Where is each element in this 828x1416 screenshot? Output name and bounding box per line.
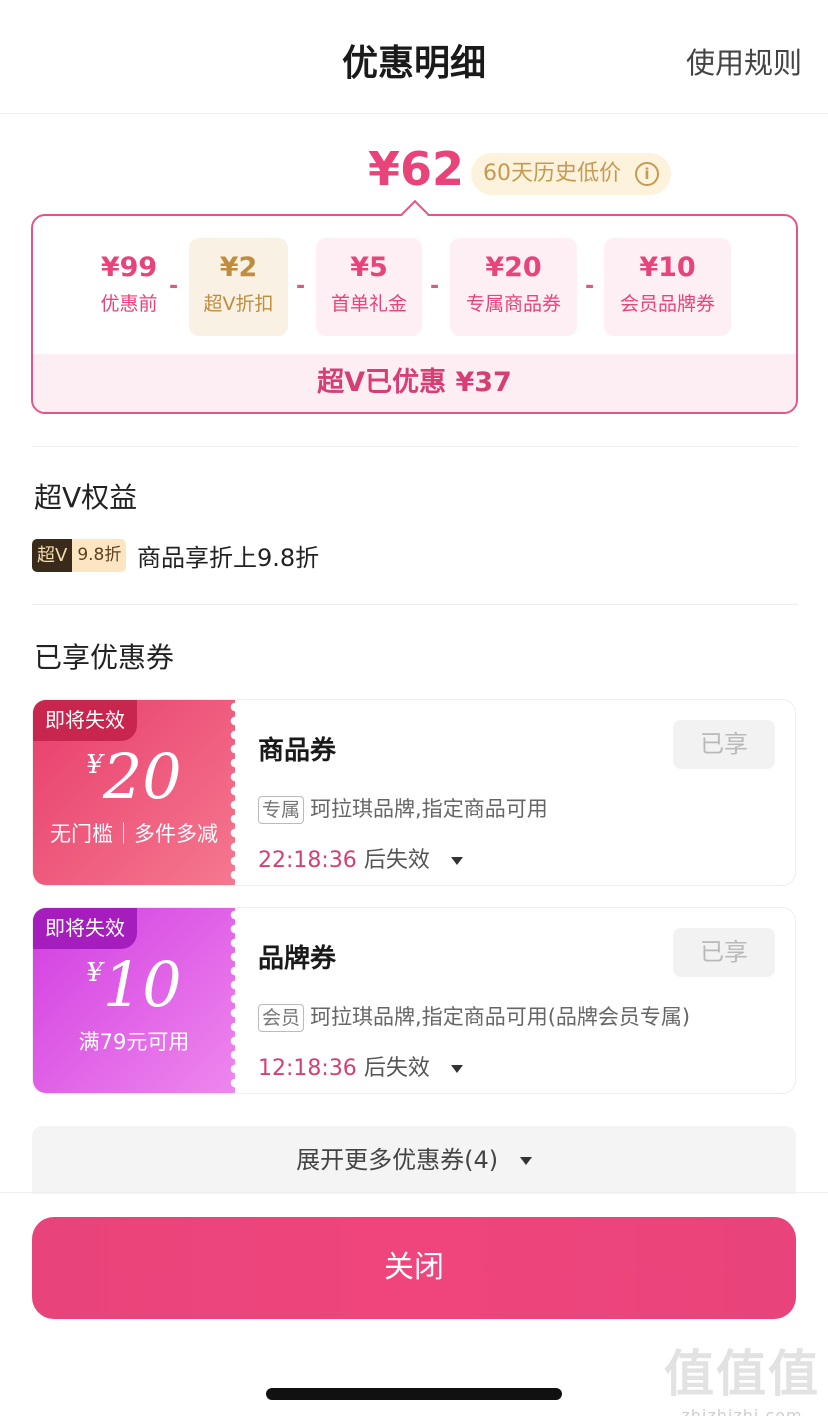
info-icon[interactable]: i [635,162,659,186]
watermark: 值值值 zhizhizhi.com [664,1334,820,1416]
history-low-badge[interactable]: 60天历史低价 i [471,153,671,195]
calc-amount: ¥5 [350,252,388,283]
calc-item-exclusive-coupon: ¥20 专属商品券 [450,238,577,336]
calc-amount: ¥99 [100,252,158,283]
currency-symbol: ¥ [86,750,103,780]
coupon-name: 商品券 [258,736,337,766]
perforated-edge [229,908,241,1093]
expand-label: 展开更多优惠券(4) [296,1146,499,1174]
calc-amount: ¥2 [219,252,258,283]
coupon-value-panel: 即将失效 ¥10 满79元可用 [33,908,241,1093]
coupon-amount: ¥20 [33,740,235,813]
calc-item-original-price: ¥99 优惠前 [83,238,175,336]
coupon-condition: 无门槛｜多件多减 [50,822,218,846]
minus-sign: - [585,274,595,299]
chevron-down-icon [450,1065,463,1073]
coupon-card[interactable]: 即将失效 ¥20 无门槛｜多件多减 商品券 已享 专属 珂拉琪品牌,指定商品可用 … [32,699,796,886]
calc-item-first-order-gift: ¥5 首单礼金 [316,238,422,336]
countdown-suffix: 后失效 [363,1056,430,1081]
total-saved: 超V已优惠 ¥37 [33,354,796,412]
footer-divider [0,1192,828,1193]
coupon-status-button[interactable]: 已享 [673,928,775,977]
minus-sign: - [296,274,306,299]
coupon-condition: 满79元可用 [78,1030,190,1054]
coupon-scope: 珂拉琪品牌,指定商品可用 [310,797,548,821]
coupons-section-title: 已享优惠券 [34,641,175,674]
calc-amount: ¥10 [639,252,696,283]
coupon-name: 品牌券 [258,944,337,974]
coupon-amount: ¥10 [33,948,235,1021]
pointer-arrow [400,199,430,229]
minus-sign: - [169,274,179,299]
svip-badge-discount: 9.8折 [72,539,127,572]
chevron-down-icon [519,1157,532,1165]
history-low-label: 60天历史低价 [483,161,621,186]
coupon-card[interactable]: 即将失效 ¥10 满79元可用 品牌券 已享 会员 珂拉琪品牌,指定商品可用(品牌… [32,907,796,1094]
svip-discount-badge: 超V 9.8折 [32,539,127,572]
divider [32,446,798,447]
coupon-countdown[interactable]: 12:18:36 后失效 [258,1050,463,1082]
close-button[interactable]: 关闭 [32,1217,796,1319]
watermark-logo: 值值值 [664,1345,820,1403]
home-indicator[interactable] [266,1388,562,1400]
countdown-suffix: 后失效 [363,848,430,873]
expiring-soon-tag: 即将失效 [33,908,137,949]
svip-benefit-text: 商品享折上9.8折 [137,544,320,572]
chevron-down-icon [450,857,463,865]
coupon-amount-value: 20 [102,740,182,813]
calc-label: 专属商品券 [465,293,561,315]
discount-calculation: ¥99 优惠前 - ¥2 超V折扣 - ¥5 首单礼金 - ¥20 专属商品券 … [31,199,798,414]
calc-label: 会员品牌券 [619,293,715,315]
svip-section-title: 超V权益 [34,481,138,514]
discount-detail-sheet: 优惠明细 使用规则 ¥62 60天历史低价 i ¥99 优惠前 - ¥2 超V折… [0,0,828,1416]
divider [32,604,798,605]
coupon-status-button[interactable]: 已享 [673,720,775,769]
currency-symbol: ¥ [86,958,103,988]
calc-amount: ¥20 [485,252,542,283]
coupon-countdown[interactable]: 22:18:36 后失效 [258,842,463,874]
coupon-type-tag: 专属 [258,796,305,824]
calc-label: 优惠前 [100,293,158,315]
final-price: ¥62 [368,142,465,196]
calc-label: 超V折扣 [203,293,274,315]
expiring-soon-tag: 即将失效 [33,700,137,741]
calc-label: 首单礼金 [330,293,407,315]
calc-item-member-brand-coupon: ¥10 会员品牌券 [604,238,731,336]
expand-more-coupons-button[interactable]: 展开更多优惠券(4) [32,1126,796,1194]
perforated-edge [229,700,241,885]
coupon-description: 会员 珂拉琪品牌,指定商品可用(品牌会员专属) [258,1001,690,1032]
minus-sign: - [430,274,440,299]
header: 优惠明细 使用规则 [0,0,828,114]
coupon-description: 专属 珂拉琪品牌,指定商品可用 [258,793,548,824]
countdown-time: 12:18:36 [258,1056,357,1081]
calc-item-svip-discount: ¥2 超V折扣 [189,238,288,336]
countdown-time: 22:18:36 [258,848,357,873]
watermark-domain: zhizhizhi.com [681,1406,803,1416]
svip-badge-label: 超V [32,539,73,572]
coupon-scope: 珂拉琪品牌,指定商品可用(品牌会员专属) [310,1005,691,1029]
coupon-type-tag: 会员 [258,1004,305,1032]
coupon-value-panel: 即将失效 ¥20 无门槛｜多件多减 [33,700,241,885]
coupon-amount-value: 10 [102,948,182,1021]
usage-rules-link[interactable]: 使用规则 [686,40,802,82]
